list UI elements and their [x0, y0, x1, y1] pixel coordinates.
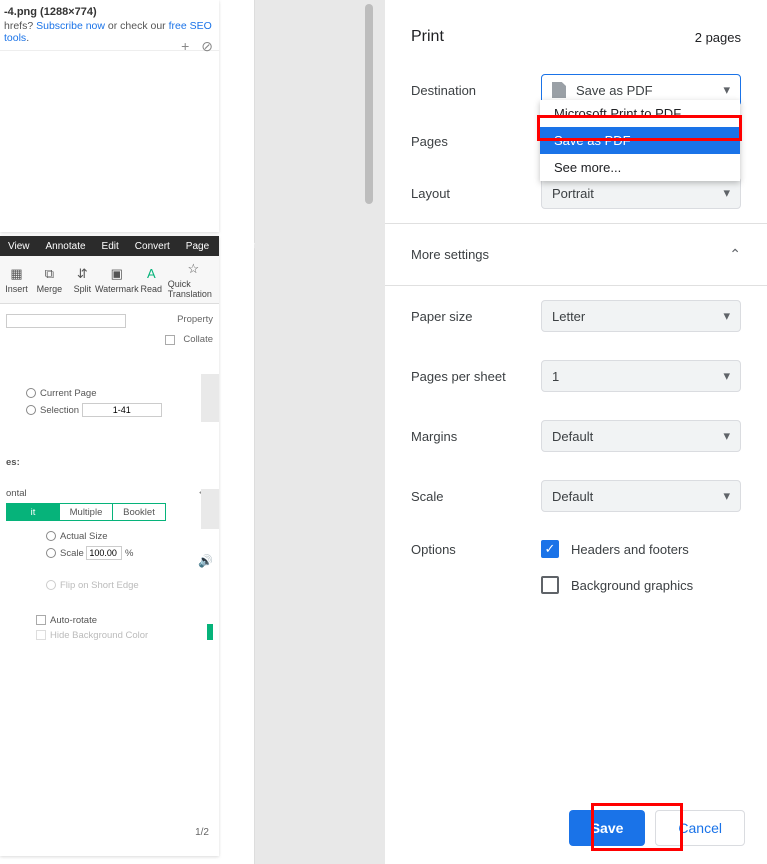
- page-number: 1/2: [195, 827, 209, 838]
- chevron-down-icon: ▾: [723, 488, 730, 504]
- pages-per-sheet-select[interactable]: 1 ▾: [541, 360, 741, 392]
- insert-icon: ▦: [8, 266, 24, 282]
- selection-radio[interactable]: Selection: [26, 403, 213, 417]
- plus-icon[interactable]: +: [181, 38, 189, 55]
- hidebg-check: Hide Background Color: [36, 630, 213, 641]
- preview-page-2: View Annotate Edit Convert Page Protect …: [0, 236, 219, 856]
- translate-icon: ☆: [185, 261, 201, 277]
- app-toolbar: ▦Insert ⧉Merge ⇵Split ▣Watermark ARead ☆…: [0, 256, 219, 304]
- dropdown-ms-print[interactable]: Microsoft Print to PDF: [540, 100, 740, 127]
- chevron-down-icon: ▾: [723, 368, 730, 384]
- tool-merge[interactable]: ⧉Merge: [33, 266, 66, 294]
- selection-range-input[interactable]: [82, 403, 162, 417]
- checkbox-unchecked-icon: [541, 576, 559, 594]
- chevron-down-icon: ▾: [723, 428, 730, 444]
- pages-per-sheet-label: Pages per sheet: [411, 369, 541, 384]
- scroll-block: [201, 374, 219, 422]
- menu-annotate[interactable]: Annotate: [38, 241, 94, 252]
- flip-radio: Flip on Short Edge: [46, 580, 213, 591]
- tool-quick-translation[interactable]: ☆Quick Translation: [168, 261, 219, 299]
- merge-icon: ⧉: [41, 266, 57, 282]
- options-label: Options: [411, 540, 541, 557]
- block-icon[interactable]: ⊘: [201, 38, 213, 55]
- scale-value-input[interactable]: [86, 546, 122, 560]
- property-label: Property: [177, 314, 213, 325]
- destination-label: Destination: [411, 83, 541, 98]
- watermark-icon: ▣: [109, 266, 125, 282]
- layout-label: Layout: [411, 186, 541, 201]
- actual-size-radio[interactable]: Actual Size: [46, 531, 213, 542]
- paper-size-select[interactable]: Letter ▾: [541, 300, 741, 332]
- chevron-up-icon: ⌃: [729, 246, 741, 263]
- dropdown-save-as-pdf[interactable]: Save as PDF: [540, 127, 740, 154]
- split-icon: ⇵: [74, 266, 90, 282]
- file-title: -4.png (1288×774): [0, 0, 219, 20]
- collate-option[interactable]: Collate: [165, 334, 213, 345]
- menu-convert[interactable]: Convert: [127, 241, 178, 252]
- scroll-block: [201, 489, 219, 529]
- document-content: Property Collate 🔊 Current Page Selectio…: [0, 304, 219, 844]
- more-settings-toggle[interactable]: More settings ⌃: [385, 223, 767, 286]
- seg-fit[interactable]: it: [7, 504, 60, 520]
- tool-split[interactable]: ⇵Split: [66, 266, 99, 294]
- page-top-icons: + ⊘: [181, 38, 213, 55]
- dropdown-see-more[interactable]: See more...: [540, 154, 740, 181]
- background-graphics-checkbox[interactable]: Background graphics: [541, 576, 693, 594]
- page-count: 2 pages: [695, 30, 741, 45]
- chevron-down-icon: ▾: [723, 82, 730, 98]
- cancel-button[interactable]: Cancel: [655, 810, 745, 846]
- print-preview-pane: -4.png (1288×774) hrefs? Subscribe now o…: [0, 0, 255, 864]
- ontal-label: ontal: [6, 488, 27, 499]
- margins-label: Margins: [411, 429, 541, 444]
- margins-select[interactable]: Default ▾: [541, 420, 741, 452]
- seg-multiple[interactable]: Multiple: [60, 504, 113, 520]
- print-footer: Save Cancel: [385, 792, 767, 864]
- menu-page[interactable]: Page: [178, 241, 217, 252]
- menu-edit[interactable]: Edit: [94, 241, 127, 252]
- sound-icon: 🔊: [198, 554, 213, 568]
- scale-radio[interactable]: Scale %: [46, 546, 213, 560]
- tool-watermark[interactable]: ▣Watermark: [99, 266, 135, 294]
- pdf-icon: [552, 82, 566, 98]
- tool-insert[interactable]: ▦Insert: [0, 266, 33, 294]
- chevron-down-icon: ▾: [723, 308, 730, 324]
- seg-booklet[interactable]: Booklet: [113, 504, 165, 520]
- layout-select[interactable]: Portrait ▾: [541, 177, 741, 209]
- destination-dropdown[interactable]: Microsoft Print to PDF Save as PDF See m…: [540, 100, 740, 181]
- top-field[interactable]: [6, 314, 126, 328]
- chevron-down-icon: ▾: [723, 185, 730, 201]
- green-indicator: [207, 624, 213, 640]
- read-icon: A: [143, 266, 159, 282]
- menu-view[interactable]: View: [0, 241, 38, 252]
- scale-select[interactable]: Default ▾: [541, 480, 741, 512]
- subscribe-link[interactable]: Subscribe now: [36, 20, 105, 32]
- checkbox-checked-icon: ✓: [541, 540, 559, 558]
- autorotate-check[interactable]: Auto-rotate: [36, 615, 213, 626]
- app-menubar: View Annotate Edit Convert Page Protect: [0, 236, 219, 256]
- paper-size-label: Paper size: [411, 309, 541, 324]
- current-page-radio[interactable]: Current Page: [26, 388, 213, 399]
- headers-footers-checkbox[interactable]: ✓ Headers and footers: [541, 540, 693, 558]
- es-label: es:: [6, 457, 213, 468]
- checkbox-icon: [165, 335, 175, 345]
- preview-scrollbar-thumb[interactable]: [365, 4, 373, 204]
- save-button[interactable]: Save: [569, 810, 646, 846]
- pages-label: Pages: [411, 134, 541, 149]
- print-title: Print: [411, 28, 444, 46]
- preview-page-1: -4.png (1288×774) hrefs? Subscribe now o…: [0, 0, 219, 232]
- scale-label: Scale: [411, 489, 541, 504]
- tool-read[interactable]: ARead: [135, 266, 168, 294]
- layout-segments[interactable]: it Multiple Booklet: [6, 503, 166, 521]
